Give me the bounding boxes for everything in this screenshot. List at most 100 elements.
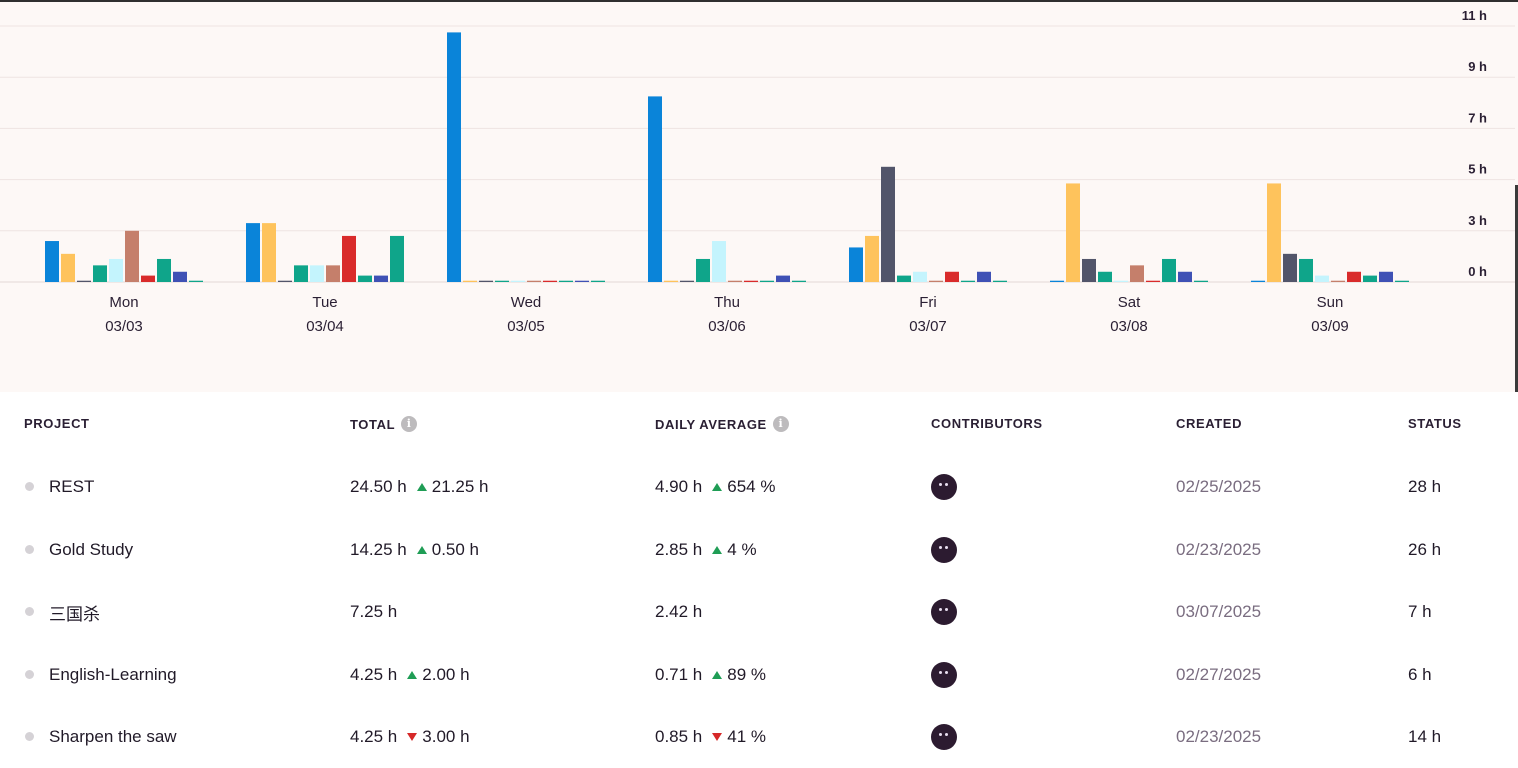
project-name[interactable]: Sharpen the saw <box>49 706 177 768</box>
bar[interactable] <box>993 280 1007 282</box>
bar[interactable] <box>61 253 75 282</box>
bar[interactable] <box>1050 280 1064 282</box>
avatar[interactable] <box>931 536 957 563</box>
project-name[interactable]: Gold Study <box>49 519 133 581</box>
bar[interactable] <box>575 280 589 282</box>
bar[interactable] <box>696 258 710 282</box>
status-value: 7 h <box>1408 602 1432 621</box>
bar[interactable] <box>495 280 509 282</box>
bar[interactable] <box>728 280 742 282</box>
bar[interactable] <box>1315 275 1329 282</box>
bar[interactable] <box>760 280 774 282</box>
trend-down-icon <box>407 733 418 741</box>
header-daily-average[interactable]: DAILY AVERAGE i <box>655 416 789 432</box>
bar[interactable] <box>1395 280 1409 282</box>
bar[interactable] <box>881 166 895 282</box>
avatar[interactable] <box>931 599 957 625</box>
bar[interactable] <box>527 280 541 282</box>
bar[interactable] <box>294 265 308 282</box>
table-row[interactable]: 三国杀 7.25 h 2.42 h 03/07/2025 7 h <box>0 581 1518 643</box>
bar[interactable] <box>792 280 806 282</box>
avatar[interactable] <box>931 724 957 750</box>
table-row[interactable]: Sharpen the saw 4.25 h 3.00 h 0.85 h 41 % 02/… <box>0 706 1518 768</box>
bar[interactable] <box>680 280 694 282</box>
bar[interactable] <box>447 32 461 283</box>
bar[interactable] <box>125 230 139 282</box>
bar[interactable] <box>342 235 356 282</box>
bar[interactable] <box>262 223 276 282</box>
bar[interactable] <box>157 258 171 282</box>
bar[interactable] <box>390 235 404 282</box>
bar[interactable] <box>1066 183 1080 282</box>
bar[interactable] <box>1194 280 1208 282</box>
table-row[interactable]: Gold Study 14.25 h 0.50 h 2.85 h 4 % 02/23/20… <box>0 519 1518 581</box>
bar[interactable] <box>664 280 678 282</box>
header-status[interactable]: STATUS <box>1408 416 1462 431</box>
project-name[interactable]: 三国杀 <box>49 581 100 643</box>
bar[interactable] <box>45 241 59 282</box>
bar[interactable] <box>849 247 863 282</box>
bar[interactable] <box>1283 253 1297 282</box>
bar[interactable] <box>897 275 911 282</box>
project-name[interactable]: REST <box>49 456 94 518</box>
header-total[interactable]: TOTAL i <box>350 416 418 432</box>
bar[interactable] <box>559 280 573 282</box>
bar[interactable] <box>543 280 557 282</box>
bar[interactable] <box>865 235 879 282</box>
avatar[interactable] <box>931 474 957 500</box>
bar[interactable] <box>1267 183 1281 282</box>
bar[interactable] <box>1331 280 1345 282</box>
bar[interactable] <box>173 271 187 282</box>
avatar[interactable] <box>931 661 957 688</box>
bar[interactable] <box>1162 258 1176 282</box>
projects-table: PROJECT TOTAL i DAILY AVERAGE i CONTRIBU… <box>0 392 1518 768</box>
bar[interactable] <box>712 241 726 282</box>
bar[interactable] <box>929 280 943 282</box>
bar[interactable] <box>374 275 388 282</box>
bar[interactable] <box>326 265 340 282</box>
bar[interactable] <box>1146 280 1160 282</box>
project-name[interactable]: English-Learning <box>49 644 177 706</box>
bar[interactable] <box>776 275 790 282</box>
bar[interactable] <box>1098 271 1112 282</box>
info-icon[interactable]: i <box>772 416 789 432</box>
bar[interactable] <box>977 271 991 282</box>
bar[interactable] <box>189 280 203 282</box>
bar[interactable] <box>109 258 123 282</box>
bar[interactable] <box>1347 271 1361 282</box>
header-created[interactable]: CREATED <box>1176 416 1242 431</box>
bar[interactable] <box>479 280 493 282</box>
info-icon[interactable]: i <box>401 416 418 432</box>
header-project[interactable]: PROJECT <box>24 416 90 431</box>
bar[interactable] <box>1178 271 1192 282</box>
bar[interactable] <box>945 271 959 282</box>
bar[interactable] <box>77 280 91 282</box>
bar[interactable] <box>1114 280 1128 282</box>
bar[interactable] <box>913 271 927 282</box>
bar[interactable] <box>744 280 758 282</box>
bar[interactable] <box>278 280 292 282</box>
header-created-label: CREATED <box>1176 416 1243 431</box>
bar[interactable] <box>1082 258 1096 282</box>
bar[interactable] <box>511 280 525 282</box>
status-value: 14 h <box>1408 727 1442 746</box>
bar[interactable] <box>648 96 662 283</box>
bar[interactable] <box>246 223 260 282</box>
bar[interactable] <box>1379 271 1393 282</box>
bar[interactable] <box>463 280 477 282</box>
bar[interactable] <box>93 265 107 282</box>
bar[interactable] <box>1251 280 1265 282</box>
project-color-dot <box>25 482 34 491</box>
x-tick-day: Mon <box>109 294 138 311</box>
bar[interactable] <box>591 280 605 282</box>
bar[interactable] <box>141 275 155 282</box>
bar[interactable] <box>961 280 975 282</box>
total-cell: 7.25 h <box>350 581 397 643</box>
table-row[interactable]: English-Learning 4.25 h 2.00 h 0.71 h 89 % 02… <box>0 644 1518 706</box>
bar[interactable] <box>358 275 372 282</box>
bar[interactable] <box>1363 275 1377 282</box>
bar[interactable] <box>1299 258 1313 282</box>
bar[interactable] <box>1130 265 1144 282</box>
table-row[interactable]: REST 24.50 h 21.25 h 4.90 h 654 % 02/25/2025 2… <box>0 456 1518 518</box>
bar[interactable] <box>310 265 324 282</box>
